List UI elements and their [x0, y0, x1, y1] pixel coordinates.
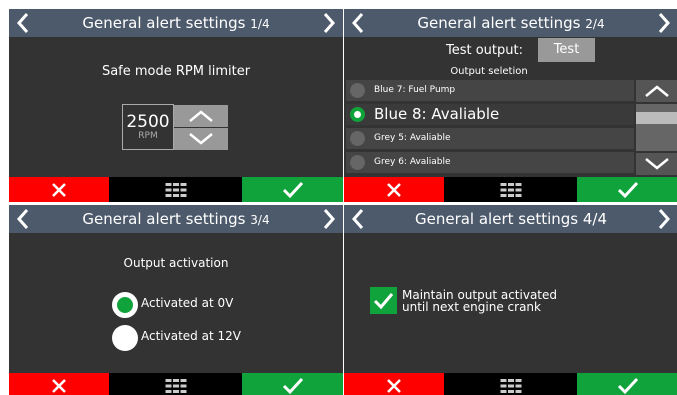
- menu-button[interactable]: [444, 177, 577, 202]
- close-icon: [52, 378, 66, 393]
- rpm-increase-button[interactable]: [174, 105, 228, 127]
- grid-icon: [165, 182, 186, 197]
- chevron-up-icon: [645, 85, 669, 97]
- radio-button[interactable]: [112, 325, 138, 351]
- output-label: Grey 5: Avaliable: [374, 133, 451, 143]
- output-list-item[interactable]: Blue 8: Avaliable: [346, 104, 634, 125]
- chevron-down-icon: [189, 133, 213, 145]
- menu-button[interactable]: [109, 373, 242, 395]
- bottom-bar: [9, 177, 343, 202]
- grid-icon: [500, 182, 521, 197]
- rpm-unit: RPM: [138, 131, 158, 141]
- title-bar: General alert settings 2/4: [344, 9, 677, 37]
- scroll-up-button[interactable]: [636, 80, 677, 102]
- scrollbar-track[interactable]: [636, 104, 677, 151]
- output-list-item[interactable]: Grey 6: Avaliable: [346, 152, 634, 173]
- maintain-output-checkbox[interactable]: [370, 287, 397, 314]
- screen-title: General alert settings 2/4: [417, 14, 605, 32]
- output-label: Blue 7: Fuel Pump: [374, 85, 456, 95]
- chevron-right-icon[interactable]: [652, 12, 674, 34]
- cancel-button[interactable]: [344, 373, 444, 395]
- title-bar: General alert settings 3/4: [9, 205, 343, 233]
- check-icon: [617, 377, 638, 394]
- screen-maintain-output: General alert settings 4/4 Maintain outp…: [344, 205, 677, 395]
- output-label: Blue 8: Avaliable: [374, 105, 500, 123]
- rpm-decrease-button[interactable]: [174, 128, 228, 150]
- confirm-button[interactable]: [242, 177, 343, 202]
- cancel-button[interactable]: [9, 373, 109, 395]
- check-icon: [373, 293, 394, 310]
- scroll-down-button[interactable]: [636, 153, 677, 175]
- bottom-bar: [9, 373, 343, 395]
- confirm-button[interactable]: [242, 373, 343, 395]
- screen-output-activation: General alert settings 3/4 Output activa…: [9, 205, 343, 395]
- output-label: Grey 6: Avaliable: [374, 157, 451, 167]
- screen-title: General alert settings 3/4: [82, 210, 270, 228]
- chevron-up-icon: [189, 110, 213, 122]
- output-selection-header: Output seletion: [450, 66, 528, 77]
- menu-button[interactable]: [109, 177, 242, 202]
- screen-title: General alert settings 1/4: [82, 14, 270, 32]
- title-bar: General alert settings 1/4: [9, 9, 343, 37]
- maintain-output-label: Maintain output activated until next eng…: [402, 289, 557, 313]
- maintain-output-line2: until next engine crank: [402, 300, 541, 314]
- chevron-down-icon: [645, 158, 669, 170]
- bottom-bar: [344, 373, 677, 395]
- radio-button[interactable]: [350, 83, 365, 98]
- bottom-bar: [344, 177, 677, 202]
- cancel-button[interactable]: [9, 177, 109, 202]
- scrollbar-thumb[interactable]: [636, 112, 677, 124]
- option-label: Activated at 0V: [141, 296, 234, 310]
- rpm-value: 2500: [126, 112, 170, 132]
- screen-rpm-limiter: General alert settings 1/4 Safe mode RPM…: [9, 9, 343, 202]
- radio-button-selected[interactable]: [350, 107, 365, 122]
- option-label: Activated at 12V: [141, 329, 241, 343]
- close-icon: [387, 182, 401, 197]
- test-output-label: Test output:: [446, 43, 523, 58]
- close-icon: [52, 182, 66, 197]
- radio-button-selected[interactable]: [112, 292, 138, 318]
- grid-icon: [165, 378, 186, 393]
- confirm-button[interactable]: [577, 177, 677, 202]
- check-icon: [617, 181, 638, 198]
- check-icon: [282, 181, 303, 198]
- screen-title: General alert settings 4/4: [414, 210, 607, 228]
- output-activation-label: Output activation: [123, 256, 229, 270]
- check-icon: [282, 377, 303, 394]
- grid-icon: [500, 378, 521, 393]
- confirm-button[interactable]: [577, 373, 677, 395]
- output-list-item[interactable]: Blue 7: Fuel Pump: [346, 80, 634, 101]
- test-button[interactable]: Test: [538, 38, 595, 62]
- title-bar: General alert settings 4/4: [344, 205, 677, 233]
- screen-output-selection: General alert settings 2/4 Test output: …: [344, 9, 677, 202]
- chevron-right-icon[interactable]: [317, 208, 339, 230]
- rpm-limiter-label: Safe mode RPM limiter: [101, 64, 251, 79]
- close-icon: [387, 378, 401, 393]
- radio-button[interactable]: [350, 155, 365, 170]
- rpm-value-field[interactable]: 2500 RPM: [122, 104, 174, 150]
- radio-button[interactable]: [350, 131, 365, 146]
- menu-button[interactable]: [444, 373, 577, 395]
- chevron-right-icon[interactable]: [652, 208, 674, 230]
- output-list-item[interactable]: Grey 5: Avaliable: [346, 128, 634, 149]
- chevron-right-icon[interactable]: [317, 12, 339, 34]
- cancel-button[interactable]: [344, 177, 444, 202]
